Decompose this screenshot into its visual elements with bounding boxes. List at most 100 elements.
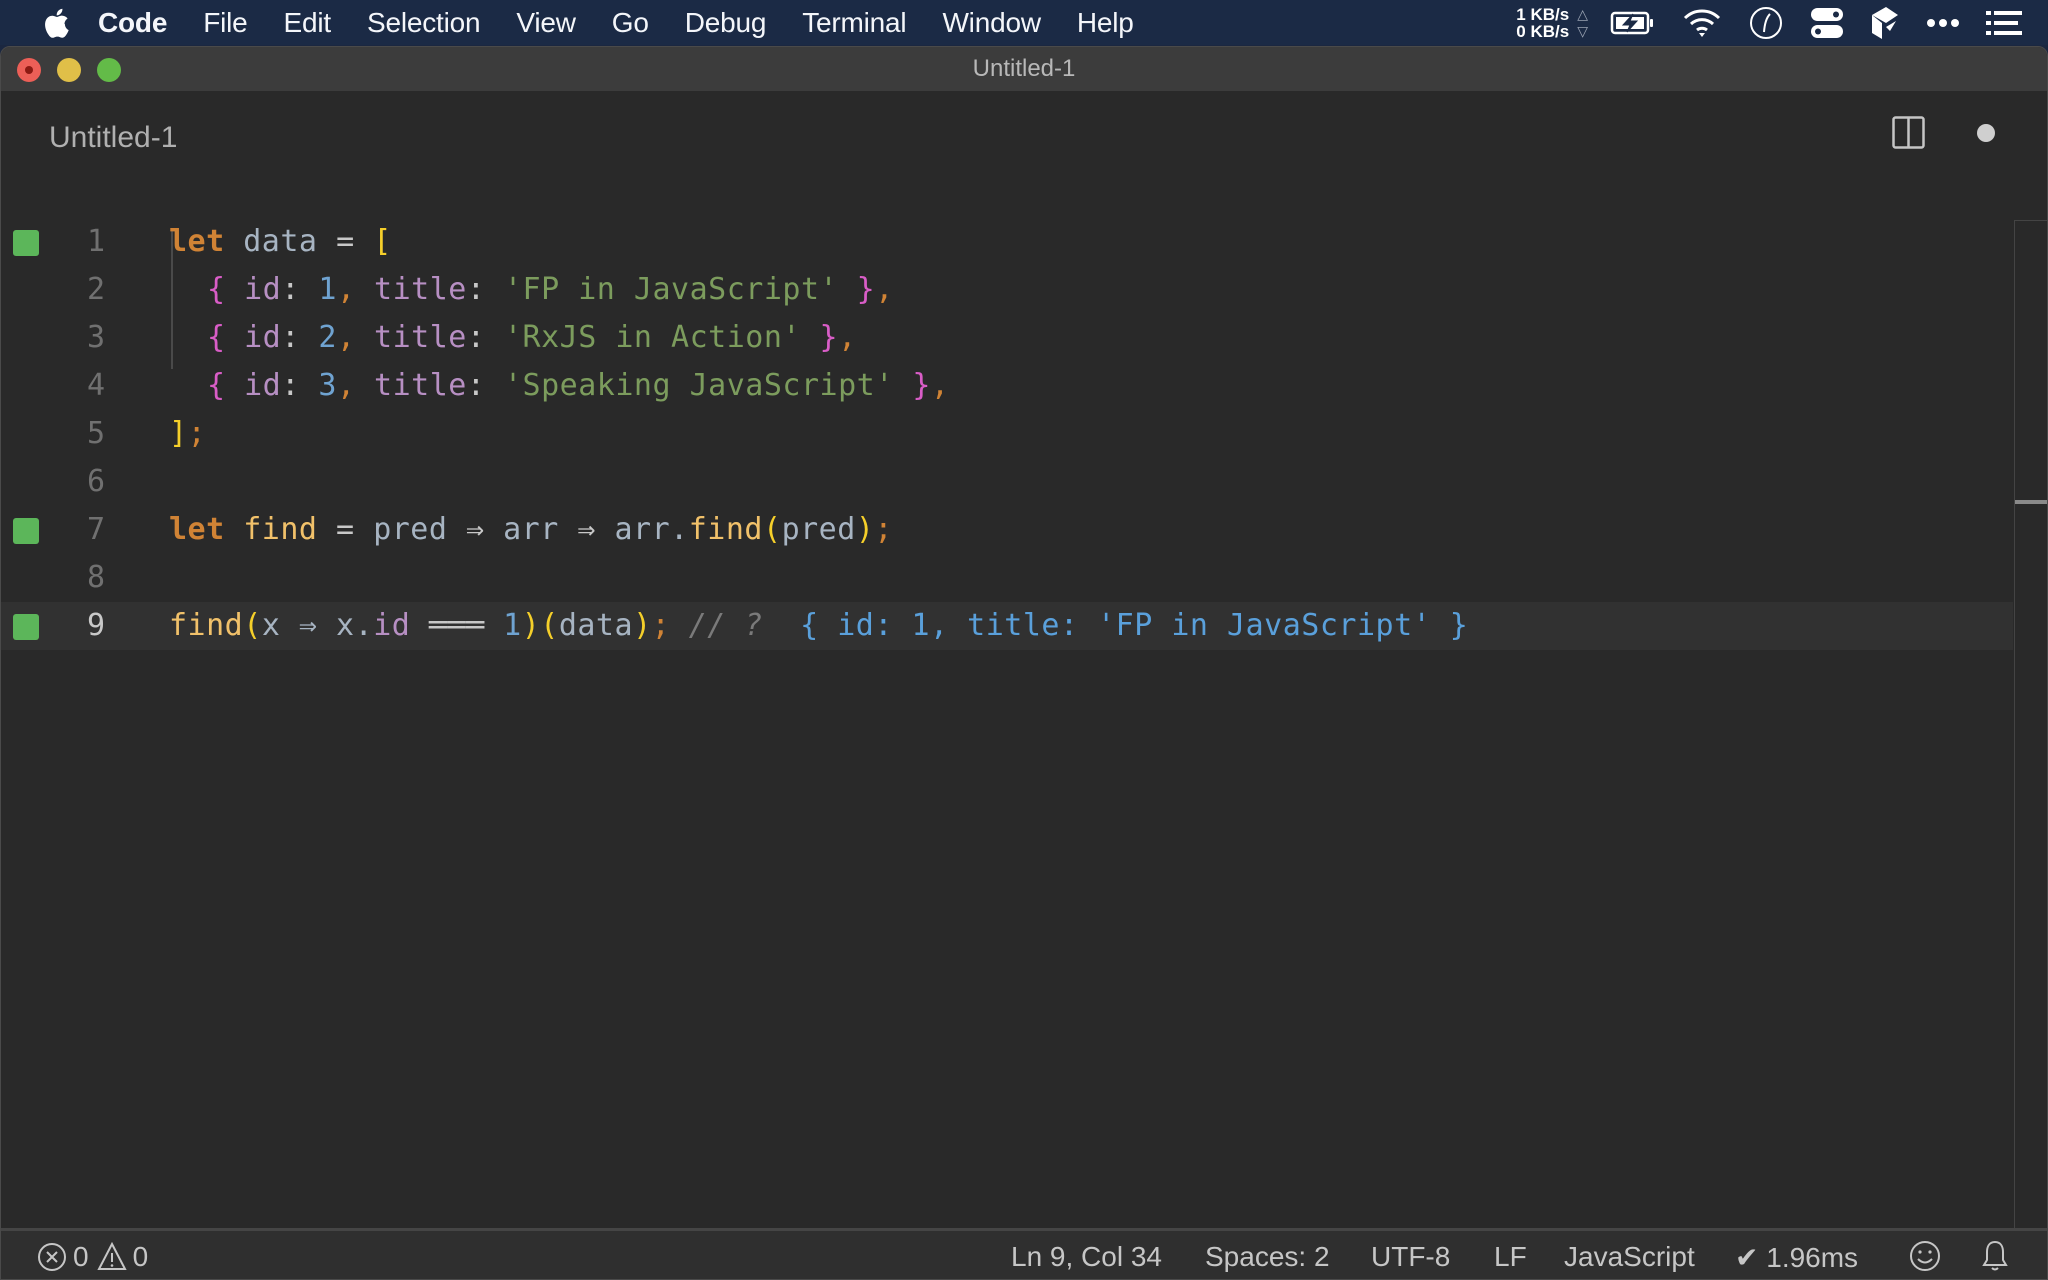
menu-go[interactable]: Go [612,7,649,39]
vscode-window: Untitled-1 Untitled-1 1 let data = [ 2 {… [0,46,2048,1280]
token-comma: , [875,272,894,307]
token-operator: = [336,224,355,259]
token-paren: ) [521,608,541,643]
code-editor[interactable]: 1 let data = [ 2 { id: 1, title: 'FP in … [1,177,2047,1279]
warning-count: 0 [132,1241,149,1272]
clock-icon[interactable] [1748,5,1784,41]
line-code: find(x ⇒ x.id ═══ 1)(data); // ? { id: 1… [169,608,1468,643]
list-icon[interactable] [1986,10,2022,36]
token-method: find [688,512,763,547]
token-semicolon: ; [651,608,671,643]
token-strict-equality: ═══ [410,608,504,643]
token-property: id [225,272,282,307]
token-arrow: ⇒ [447,512,504,547]
code-line[interactable]: 8 [1,554,2013,602]
token-semicolon: ; [187,416,207,451]
token-comma: , [838,320,857,355]
token-colon: : [281,272,300,307]
toggle-switches-icon[interactable] [1810,6,1844,40]
token-function-name: find [243,512,318,547]
line-code: let find = pred ⇒ arr ⇒ arr.find(pred); [169,512,893,547]
window-title-bar[interactable]: Untitled-1 [1,47,2047,91]
menu-help[interactable]: Help [1077,7,1134,39]
bell-icon[interactable] [1981,1239,2009,1273]
code-line[interactable]: 2 { id: 1, title: 'FP in JavaScript' }, [1,266,2013,314]
battery-charging-icon[interactable] [1610,10,1656,36]
code-line[interactable]: 4 { id: 3, title: 'Speaking JavaScript' … [1,362,2013,410]
menu-terminal[interactable]: Terminal [802,7,906,39]
wifi-icon[interactable] [1682,8,1722,38]
code-line-current[interactable]: 9 find(x ⇒ x.id ═══ 1)(data); // ? { id:… [1,602,2013,650]
token-colon: : [281,368,300,403]
token-brace: { [207,368,226,403]
token-paren: ) [633,608,652,643]
token-comma: , [336,368,356,403]
scrollbar-thumb[interactable] [2015,500,2047,504]
code-line[interactable]: 6 [1,458,2013,506]
code-line[interactable]: 7 let find = pred ⇒ arr ⇒ arr.find(pred)… [1,506,2013,554]
line-code: ]; [169,416,206,451]
code-line[interactable]: 3 { id: 2, title: 'RxJS in Action' }, [1,314,2013,362]
menu-file[interactable]: File [203,7,248,39]
token-number: 2 [299,320,337,355]
unsaved-dot-icon[interactable] [1977,124,1995,142]
token-variable: pred [781,512,856,547]
token-brace: } [912,368,931,403]
menu-bar-tray: 1 KB/s 0 KB/s △ ▽ [1516,0,2048,45]
token-variable: data [558,608,634,643]
token-colon: : [466,368,486,403]
split-editor-icon[interactable] [1892,116,1925,149]
menu-selection[interactable]: Selection [367,7,481,39]
apple-logo-icon[interactable] [42,8,70,38]
token-arrow: ⇒ [558,512,615,547]
token-brace: } [819,320,839,355]
token-colon: : [466,272,486,307]
token-colon: : [281,320,300,355]
token-string: 'FP in JavaScript' [485,272,839,307]
line-number: 2 [86,272,105,307]
code-line[interactable]: 5 ]; [1,410,2013,458]
token-number: 3 [299,368,337,403]
menu-window[interactable]: Window [942,7,1041,39]
menu-edit[interactable]: Edit [284,7,332,39]
cursor-position[interactable]: Ln 9, Col 34 [1011,1241,1162,1273]
problems-indicator[interactable]: 0 0 [37,1241,148,1273]
cube-icon[interactable] [1870,5,1900,41]
token-semicolon: ; [874,512,893,547]
line-code: { id: 3, title: 'Speaking JavaScript' }, [207,368,949,403]
token-number: 1 [299,272,337,307]
code-line[interactable]: 1 let data = [ [1,218,2013,266]
warning-icon [96,1242,127,1272]
eol-setting[interactable]: LF [1494,1241,1527,1273]
token-parameter: arr [503,512,559,547]
token-property: title [355,368,467,403]
tab-untitled-1[interactable]: Untitled-1 [49,121,177,155]
token-property: id [225,320,282,355]
menu-view[interactable]: View [516,7,576,39]
language-mode[interactable]: JavaScript [1564,1241,1695,1273]
encoding-setting[interactable]: UTF-8 [1371,1241,1450,1273]
more-icon[interactable] [1926,18,1960,28]
network-download-speed: 0 KB/s [1516,21,1570,41]
line-code: let data = [ [169,224,392,259]
network-speed[interactable]: 1 KB/s 0 KB/s [1516,6,1569,40]
line-number: 8 [86,560,105,595]
coverage-marker-icon [13,614,39,640]
token-comment: // ? [670,608,782,643]
token-comma: , [336,320,356,355]
token-paren: ) [855,512,875,547]
token-comma: , [336,272,356,307]
smiley-icon[interactable] [1909,1239,1941,1273]
overview-ruler [2014,220,2015,1279]
indentation-setting[interactable]: Spaces: 2 [1205,1241,1330,1273]
menu-debug[interactable]: Debug [685,7,767,39]
token-bracket: ] [169,416,188,451]
network-upload-speed: 1 KB/s [1516,4,1570,24]
quokka-timing[interactable]: ✔ 1.96ms [1735,1241,1858,1274]
menu-code[interactable]: Code [98,7,167,39]
token-property: title [355,272,467,307]
line-number: 6 [86,464,105,499]
